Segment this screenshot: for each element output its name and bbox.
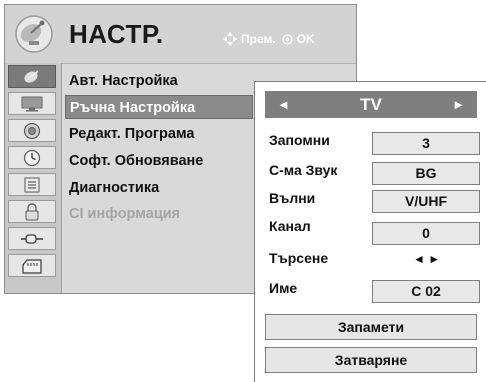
- name-label: Име: [269, 280, 298, 296]
- channel-field[interactable]: 0: [372, 222, 480, 245]
- name-field[interactable]: C 02: [372, 280, 480, 303]
- search-label: Търсене: [269, 250, 329, 266]
- storage-field[interactable]: 3: [372, 132, 480, 155]
- category-lock[interactable]: [8, 200, 56, 223]
- left-arrow-icon[interactable]: ◄: [277, 97, 290, 112]
- category-option[interactable]: [8, 173, 56, 196]
- usb-media-icon: [22, 258, 42, 274]
- category-input[interactable]: [8, 227, 56, 250]
- menu-header: НАСТР. Прем. OK: [5, 5, 356, 64]
- right-arrow-icon[interactable]: ►: [452, 97, 465, 112]
- band-selector[interactable]: ◄ TV ►: [265, 91, 477, 118]
- channel-label: Канал: [269, 218, 311, 234]
- navigation-hint: Прем. OK: [223, 32, 315, 46]
- storage-label: Запомни: [269, 132, 330, 148]
- category-usb[interactable]: [8, 254, 56, 277]
- band-label: Вълни: [269, 190, 316, 206]
- satellite-dish-icon: [24, 69, 39, 83]
- tv-screen-icon: [21, 96, 43, 111]
- search-arrows[interactable]: ◄ ►: [413, 252, 440, 266]
- input-plug-icon: [21, 233, 43, 244]
- padlock-icon: [25, 202, 39, 220]
- ok-button-icon: [282, 33, 293, 45]
- settings-list-icon: [24, 177, 40, 192]
- menu-item-programme-edit[interactable]: Редакт. Програма: [65, 122, 194, 146]
- sound-system-field[interactable]: BG: [372, 162, 480, 185]
- close-button[interactable]: Затваряне: [265, 347, 477, 373]
- speaker-icon: [23, 122, 41, 139]
- band-field[interactable]: V/UHF: [372, 190, 480, 213]
- save-button[interactable]: Запамети: [265, 314, 477, 340]
- menu-item-diagnostics[interactable]: Диагностика: [65, 176, 159, 200]
- manual-tuning-panel: ◄ TV ► Запомни 3 С-ма Звук BG Вълни V/UH…: [254, 81, 486, 382]
- clock-icon: [23, 149, 41, 166]
- menu-item-software-update[interactable]: Софт. Обновяване: [65, 149, 203, 173]
- menu-item-manual-tuning[interactable]: Ръчна Настройка: [65, 95, 253, 119]
- hint-ok-label: OK: [296, 32, 315, 46]
- page-title: НАСТР.: [69, 19, 164, 49]
- satellite-dish-icon: [15, 15, 53, 53]
- menu-item-ci-information: CI информация: [69, 206, 181, 222]
- hint-move-label: Прем.: [241, 32, 276, 46]
- menu-item-auto-tuning[interactable]: Авт. Настройка: [65, 69, 178, 93]
- category-setup[interactable]: [8, 65, 56, 88]
- sound-system-label: С-ма Звук: [269, 162, 338, 178]
- category-icon-bar: [5, 63, 62, 293]
- band-selector-label: TV: [360, 94, 382, 114]
- category-time[interactable]: [8, 146, 56, 169]
- category-audio[interactable]: [8, 119, 56, 142]
- move-arrows-icon: [223, 32, 237, 46]
- category-picture[interactable]: [8, 92, 56, 115]
